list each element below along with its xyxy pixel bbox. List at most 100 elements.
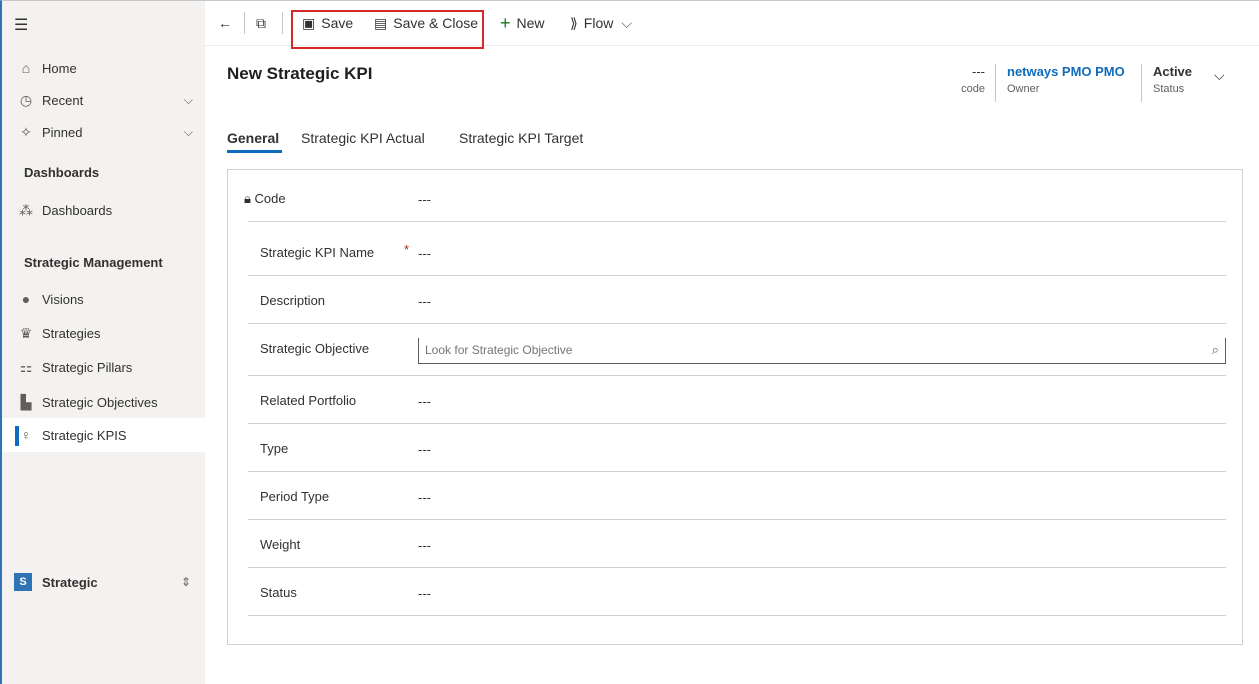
header-code-field: --- code: [957, 64, 985, 95]
field-value[interactable]: ---: [418, 586, 431, 601]
field-type[interactable]: Type ---: [248, 424, 1226, 472]
sidebar-item-label: Strategic Pillars: [42, 359, 133, 375]
field-value[interactable]: ---: [418, 490, 431, 505]
field-status[interactable]: Status ---: [248, 568, 1226, 616]
header-owner-field: netways PMO PMO Owner: [1007, 64, 1125, 95]
field-label: Status: [260, 585, 297, 600]
sidebar-item-pinned[interactable]: ✧ Pinned ⌵: [2, 115, 205, 149]
lock-icon: 🔒︎: [244, 191, 251, 206]
new-label: New: [516, 15, 545, 31]
chevron-down-icon: ⌵: [621, 14, 632, 31]
header-owner-label: Owner: [1007, 83, 1040, 95]
hamburger-menu-icon[interactable]: ☰: [14, 15, 44, 37]
pin-icon: ✧: [20, 123, 32, 140]
bulb-icon: ♀: [20, 427, 32, 443]
tab-strategic-kpi-actual[interactable]: Strategic KPI Actual: [301, 130, 425, 146]
search-icon[interactable]: ⌕: [1212, 342, 1219, 358]
flow-label: Flow: [583, 15, 614, 31]
field-period-type[interactable]: Period Type ---: [248, 472, 1226, 520]
trophy-icon: ♛: [19, 324, 33, 341]
sidebar-group-header: Dashboards: [24, 165, 100, 180]
area-badge: S: [14, 573, 32, 591]
field-label: Type: [260, 441, 289, 456]
field-value[interactable]: ---: [418, 538, 431, 553]
sidebar-item-label: Dashboards: [42, 202, 113, 218]
page-title: New Strategic KPI: [227, 64, 373, 83]
field-weight[interactable]: Weight ---: [248, 520, 1226, 568]
header-code-value: ---: [972, 64, 985, 79]
sidebar-item-label: Strategies: [42, 325, 101, 341]
field-label: Related Portfolio: [260, 393, 357, 408]
owner-link[interactable]: netways PMO PMO: [1007, 64, 1125, 79]
form-section: 🔒︎ Code --- Strategic KPI Name * --- Des…: [227, 169, 1243, 645]
sidebar-item-dashboards[interactable]: ⁂ Dashboards: [2, 193, 205, 227]
chevron-updown-icon: ⇕: [180, 575, 191, 589]
sidebar-item-strategies[interactable]: ♛ Strategies: [2, 316, 205, 350]
back-button[interactable]: ←: [218, 12, 238, 34]
pillars-icon: ⚏: [19, 358, 33, 375]
sidebar: ☰ ⌂ Home ◷ Recent ⌵ ✧ Pinned ⌵ Dashboard…: [2, 1, 205, 684]
required-asterisk: *: [404, 242, 410, 257]
chevron-down-icon[interactable]: ⌵: [184, 93, 193, 108]
plus-icon: +: [500, 12, 511, 33]
field-description[interactable]: Description ---: [248, 276, 1226, 324]
eye-icon: ●: [21, 291, 31, 307]
header-divider: [1141, 64, 1142, 102]
field-code: 🔒︎ Code ---: [244, 174, 1226, 222]
field-label: Strategic Objective: [260, 341, 370, 356]
header-code-label: code: [961, 83, 985, 95]
field-label: Strategic KPI Name: [260, 245, 375, 260]
tab-general[interactable]: General: [227, 130, 279, 146]
field-label: Description: [260, 293, 326, 308]
open-new-window-button[interactable]: ⧉: [256, 12, 272, 34]
field-value: ---: [418, 192, 431, 207]
sidebar-item-label: Visions: [42, 291, 84, 307]
popout-icon: ⧉: [256, 14, 266, 31]
strategic-objective-input[interactable]: [419, 338, 1199, 362]
field-related-portfolio[interactable]: Related Portfolio ---: [248, 376, 1226, 424]
active-tab-indicator: [227, 150, 282, 153]
sidebar-item-label: Strategic KPIS: [42, 427, 127, 443]
new-button[interactable]: + New: [500, 12, 545, 34]
back-arrow-icon: ←: [218, 15, 232, 31]
field-value[interactable]: ---: [418, 246, 431, 261]
sidebar-item-strategic-kpis[interactable]: ♀ Strategic KPIS: [2, 418, 205, 452]
sidebar-item-recent[interactable]: ◷ Recent ⌵: [2, 83, 205, 117]
field-strategic-kpi-name[interactable]: Strategic KPI Name * ---: [248, 228, 1226, 276]
objectives-icon: ▙: [20, 393, 32, 410]
tab-strategic-kpi-target[interactable]: Strategic KPI Target: [459, 130, 583, 146]
field-label: 🔒︎ Code: [244, 191, 286, 206]
highlight-box: [291, 10, 484, 49]
header-expand-button[interactable]: ⌵: [1214, 64, 1225, 86]
header-status-label: Status: [1153, 83, 1185, 95]
sidebar-item-label: Recent: [42, 92, 84, 108]
field-value[interactable]: ---: [418, 442, 431, 457]
sidebar-item-strategic-pillars[interactable]: ⚏ Strategic Pillars: [2, 350, 205, 384]
field-value[interactable]: ---: [418, 394, 431, 409]
sidebar-item-label: Strategic Objectives: [42, 394, 158, 410]
header-status-value: Active: [1153, 64, 1193, 79]
field-value[interactable]: ---: [418, 294, 431, 309]
area-label: Strategic: [42, 574, 98, 590]
header-status-field: Active Status: [1153, 64, 1192, 95]
sidebar-item-label: Home: [42, 60, 77, 76]
sidebar-item-home[interactable]: ⌂ Home: [2, 51, 205, 85]
sidebar-item-strategic-objectives[interactable]: ▙ Strategic Objectives: [2, 385, 205, 419]
home-icon: ⌂: [21, 60, 31, 76]
strategic-objective-lookup[interactable]: ⌕: [418, 338, 1226, 364]
field-label: Weight: [260, 537, 301, 552]
clock-icon: ◷: [19, 91, 33, 108]
sidebar-item-visions[interactable]: ● Visions: [2, 282, 205, 316]
field-strategic-objective: Strategic Objective ⌕: [248, 324, 1226, 376]
flow-button[interactable]: ⟫ Flow ⌵: [570, 12, 632, 34]
field-label: Period Type: [260, 489, 330, 504]
chevron-down-icon: ⌵: [1214, 66, 1225, 83]
toolbar-divider: [282, 12, 283, 34]
chevron-down-icon[interactable]: ⌵: [184, 125, 193, 140]
sidebar-item-label: Pinned: [42, 124, 83, 140]
area-switcher[interactable]: S Strategic ⇕: [14, 566, 205, 598]
toolbar-divider: [244, 12, 245, 34]
sidebar-group-header: Strategic Management: [24, 255, 163, 270]
header-divider: [995, 64, 996, 102]
flow-icon: ⟫: [570, 14, 578, 31]
